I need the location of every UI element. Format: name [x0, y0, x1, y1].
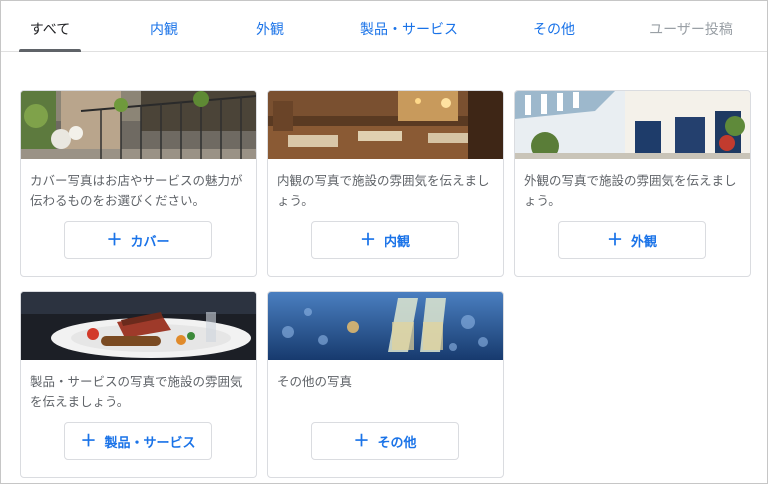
plus-icon: ＋ [359, 230, 376, 249]
other-photo-description: その他の写真 [277, 374, 353, 389]
plus-icon: ＋ [80, 431, 97, 450]
add-other-label: その他 [377, 435, 417, 451]
add-exterior-label: 外観 [631, 234, 658, 250]
plus-icon: ＋ [353, 431, 370, 450]
photo-category-tabs: すべて 内観 外観 製品・サービス その他 ユーザー投稿 [1, 1, 767, 52]
exterior-photo [515, 91, 750, 159]
plus-icon: ＋ [106, 230, 123, 249]
interior-photo-description: 内観の写真で施設の雰囲気を伝えましょう。 [277, 173, 490, 208]
add-interior-button[interactable]: ＋ 内観 [311, 221, 459, 259]
add-products-services-button[interactable]: ＋ 製品・サービス [64, 422, 212, 460]
steak-dish-photo [21, 292, 256, 360]
add-exterior-button[interactable]: ＋ 外観 [558, 221, 706, 259]
exterior-photo-card: 外観の写真で施設の雰囲気を伝えましょう。 ＋ 外観 [514, 90, 751, 277]
tab-user-posts[interactable]: ユーザー投稿 [641, 1, 741, 51]
tab-other[interactable]: その他 [523, 1, 585, 51]
add-interior-label: 内観 [384, 234, 411, 250]
add-cover-button[interactable]: ＋ カバー [64, 221, 212, 259]
terrace-photo [21, 91, 256, 159]
add-cover-label: カバー [130, 234, 170, 250]
photo-upload-panel: すべて 内観 外観 製品・サービス その他 ユーザー投稿 カバー写真はお店やサー… [0, 0, 768, 484]
plus-icon: ＋ [606, 230, 623, 249]
tab-exterior[interactable]: 外観 [247, 1, 293, 51]
tab-products-services[interactable]: 製品・サービス [353, 1, 465, 51]
cover-photo-description: カバー写真はお店やサービスの魅力が伝わるものをお選びください。 [30, 173, 243, 208]
cover-photo-card: カバー写真はお店やサービスの魅力が伝わるものをお選びください。 ＋ カバー [20, 90, 257, 277]
products-services-photo-description: 製品・サービスの写真で施設の雰囲気を伝えましょう。 [30, 374, 243, 409]
add-products-services-label: 製品・サービス [104, 435, 196, 451]
interior-photo-card: 内観の写真で施設の雰囲気を伝えましょう。 ＋ 内観 [267, 90, 504, 277]
tab-all[interactable]: すべて [19, 1, 81, 52]
products-services-photo-card: 製品・サービスの写真で施設の雰囲気を伝えましょう。 ＋ 製品・サービス [20, 291, 257, 478]
champagne-photo [268, 292, 503, 360]
tab-interior[interactable]: 内観 [141, 1, 187, 51]
add-other-button[interactable]: ＋ その他 [311, 422, 459, 460]
exterior-photo-description: 外観の写真で施設の雰囲気を伝えましょう。 [524, 173, 737, 208]
interior-photo [268, 91, 503, 159]
other-photo-card: その他の写真 ＋ その他 [267, 291, 504, 478]
